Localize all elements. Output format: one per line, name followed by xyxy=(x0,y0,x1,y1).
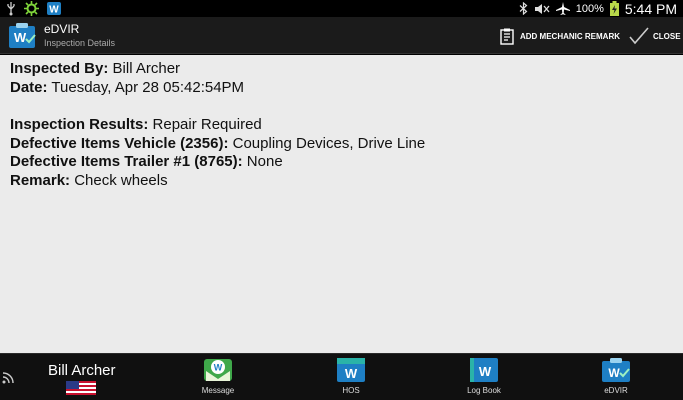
hos-icon: W xyxy=(337,358,365,382)
close-label: CLOSE xyxy=(653,31,681,41)
remark-label: Remark: xyxy=(10,171,71,189)
nav-logbook[interactable]: W Log Book xyxy=(454,357,514,400)
defective-trailer-row: Defective Items Trailer #1 (8765): None xyxy=(10,153,673,172)
add-mechanic-remark-button[interactable]: ADD MECHANIC REMARK xyxy=(500,25,620,47)
inspected-by-label: Inspected By: xyxy=(10,60,109,77)
signal-icon xyxy=(2,372,14,384)
add-mechanic-remark-label: ADD MECHANIC REMARK xyxy=(520,31,620,41)
svg-text:W: W xyxy=(345,366,358,381)
nav-edvir[interactable]: W eDVIR xyxy=(586,357,646,400)
us-flag-icon[interactable] xyxy=(66,381,96,395)
gear-alert-icon xyxy=(24,1,39,16)
remark-row: Remark: Check wheels xyxy=(10,172,673,191)
defective-vehicle-label: Defective Items Vehicle (2356): xyxy=(10,134,229,152)
bluetooth-icon xyxy=(519,2,528,15)
inspection-results-label: Inspection Results: xyxy=(10,116,149,133)
date-value: Tuesday, Apr 28 05:42:54PM xyxy=(51,78,245,96)
svg-text:W: W xyxy=(608,366,620,380)
logbook-icon: W xyxy=(470,358,498,382)
nav-message[interactable]: W Message xyxy=(188,357,248,400)
bottom-nav: Bill Archer W Message W HOS W Log Book W… xyxy=(0,353,683,400)
usb-icon xyxy=(7,1,15,15)
nav-hos[interactable]: W HOS xyxy=(321,357,381,400)
inspection-results-value: Repair Required xyxy=(152,116,262,133)
user-name: Bill Archer xyxy=(48,362,116,379)
app-title: eDVIR xyxy=(44,22,80,36)
edvir-icon: W xyxy=(602,358,630,382)
close-button[interactable]: CLOSE xyxy=(629,25,681,47)
inspected-by-row: Inspected By: Bill Archer xyxy=(10,60,673,79)
svg-text:W: W xyxy=(14,30,27,45)
note-edit-icon xyxy=(500,28,514,45)
defective-vehicle-row: Defective Items Vehicle (2356): Coupling… xyxy=(10,135,673,154)
inspected-by-value: Bill Archer xyxy=(112,60,181,77)
battery-percent: 100% xyxy=(575,2,604,15)
defective-trailer-label: Defective Items Trailer #1 (8765): xyxy=(10,153,243,170)
battery-icon xyxy=(609,1,619,16)
inspection-results-row: Inspection Results: Repair Required xyxy=(10,116,673,135)
checkmark-icon xyxy=(629,27,649,45)
clock: 5:44 PM xyxy=(624,0,677,17)
airplane-icon xyxy=(555,2,570,15)
w-app-icon: W xyxy=(47,2,61,15)
nav-logbook-label: Log Book xyxy=(467,386,501,395)
defective-trailer-value: None xyxy=(246,153,283,170)
screen-subtitle: Inspection Details xyxy=(44,38,116,48)
svg-text:W: W xyxy=(479,364,492,379)
action-bar: W eDVIR Inspection Details ADD MECHANIC … xyxy=(0,17,683,54)
nav-message-label: Message xyxy=(201,386,235,395)
status-bar: W 100% 5:44 PM xyxy=(0,0,683,17)
date-label: Date: xyxy=(10,78,48,96)
edvir-app-icon[interactable]: W xyxy=(8,22,38,49)
nav-hos-label: HOS xyxy=(342,386,360,395)
nav-edvir-label: eDVIR xyxy=(604,386,628,395)
defective-vehicle-value: Coupling Devices, Drive Line xyxy=(232,134,426,152)
svg-text:W: W xyxy=(49,5,59,16)
remark-value: Check wheels xyxy=(74,171,168,189)
inspection-details: Inspected By: Bill Archer Date: Tuesday,… xyxy=(0,55,683,353)
svg-text:W: W xyxy=(214,363,223,373)
message-icon: W xyxy=(204,359,232,381)
date-row: Date: Tuesday, Apr 28 05:42:54PM xyxy=(10,79,673,98)
mute-icon xyxy=(534,3,550,14)
